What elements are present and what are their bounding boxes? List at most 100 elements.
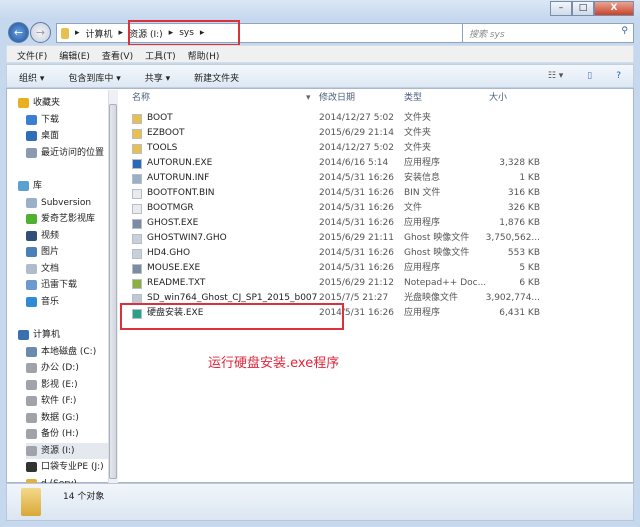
file-date: 2014/12/27 5:02 [319, 113, 394, 123]
file-row[interactable]: AUTORUN.INF 2014/5/31 16:26 安装信息 1 KB [120, 171, 550, 186]
file-type: 文件夹 [404, 113, 432, 123]
back-button[interactable]: ← [8, 22, 29, 43]
nav-item-label: 图片 [41, 247, 60, 257]
nav-item[interactable]: 软件 (F:) [26, 393, 76, 409]
file-name: GHOSTWIN7.GHO [147, 233, 227, 243]
nav-item[interactable]: 资源 (I:) [26, 442, 114, 459]
view-options-icon[interactable]: ☷ ▾ [548, 71, 563, 81]
nav-item[interactable]: 文档 [26, 261, 59, 277]
nav-item-label: 影视 (E:) [41, 379, 78, 390]
include-in-library-button[interactable]: 包含到库中 ▾ [68, 71, 120, 84]
address-bar[interactable]: ▸ 计算机 ▸ 资源 (I:) ▸ sys ▸ ▾ ⟳ [56, 23, 521, 43]
file-row[interactable]: GHOST.EXE 2014/5/31 16:26 应用程序 1,876 KB [120, 216, 550, 231]
file-date: 2014/6/16 5:14 [319, 158, 389, 168]
nav-item[interactable]: 音乐 [26, 294, 59, 310]
file-name: README.TXT [147, 278, 206, 288]
nav-item[interactable]: 爱奇艺影视库 [26, 211, 95, 227]
column-header-size[interactable]: 大小 [489, 90, 507, 107]
breadcrumb-sep-icon: ▸ [118, 28, 124, 38]
nav-item-label: 计算机 [33, 330, 61, 340]
nav-item[interactable]: 计算机 [18, 327, 60, 343]
file-name: AUTORUN.EXE [147, 158, 213, 168]
column-header-name[interactable]: 名称 [132, 90, 150, 107]
nav-scrollbar-thumb[interactable] [109, 104, 117, 479]
system-drive-icon [26, 346, 37, 357]
file-row[interactable]: README.TXT 2015/6/29 21:12 Notepad++ Doc… [120, 276, 550, 291]
documents-icon [26, 263, 37, 274]
sort-dropdown-icon[interactable]: ▾ [306, 90, 311, 107]
file-size: 1,876 KB [499, 218, 540, 228]
nav-item-label: 迅雷下载 [41, 280, 78, 290]
file-name: AUTORUN.INF [147, 173, 210, 183]
gho-file-icon [132, 234, 142, 244]
nav-item[interactable]: 口袋专业PE (J:) [26, 459, 104, 475]
menu-tools[interactable]: 工具(T) [145, 49, 176, 62]
file-type: 应用程序 [404, 308, 441, 318]
menu-file[interactable]: 文件(F) [17, 49, 47, 62]
file-row[interactable]: GHOSTWIN7.GHO 2015/6/29 21:11 Ghost 映像文件… [120, 231, 550, 246]
nav-item[interactable]: 本地磁盘 (C:) [26, 344, 96, 360]
pictures-icon [26, 247, 37, 257]
status-bar: 14 个对象 [6, 483, 634, 521]
column-header-type[interactable]: 类型 [404, 90, 422, 107]
file-date: 2014/5/31 16:26 [319, 248, 394, 258]
file-row[interactable]: EZBOOT 2015/6/29 21:14 文件夹 [120, 126, 550, 141]
nav-item[interactable]: 图片 [26, 244, 59, 260]
nav-item[interactable]: 最近访问的位置 [26, 145, 104, 161]
file-name: BOOTFONT.BIN [147, 188, 215, 198]
file-row[interactable]: MOUSE.EXE 2014/5/31 16:26 应用程序 5 KB [120, 261, 550, 276]
nav-item[interactable]: 办公 (D:) [26, 360, 79, 376]
file-row[interactable]: AUTORUN.EXE 2014/6/16 5:14 应用程序 3,328 KB [120, 156, 550, 171]
file-row[interactable]: HD4.GHO 2014/5/31 16:26 Ghost 映像文件 553 K… [120, 246, 550, 261]
menu-edit[interactable]: 编辑(E) [59, 49, 90, 62]
forward-button[interactable]: → [30, 22, 51, 43]
inf-file-icon [132, 174, 142, 184]
breadcrumb-computer[interactable]: 计算机 [86, 27, 113, 40]
file-name: EZBOOT [147, 128, 185, 138]
nav-item-label: Subversion [41, 197, 92, 208]
share-button[interactable]: 共享 ▾ [145, 71, 170, 84]
new-folder-button[interactable]: 新建文件夹 [194, 71, 239, 84]
folder-icon [132, 129, 142, 139]
file-row[interactable]: BOOTFONT.BIN 2014/5/31 16:26 BIN 文件 316 … [120, 186, 550, 201]
video-icon [26, 230, 37, 241]
nav-item[interactable]: 视频 [26, 228, 59, 244]
nav-item-label: 视频 [41, 230, 60, 241]
folder-icon [61, 27, 69, 39]
file-type: 光盘映像文件 [404, 293, 459, 303]
thunder-download-icon [26, 280, 37, 290]
nav-item-label: 库 [33, 181, 43, 191]
file-date: 2014/5/31 16:26 [319, 263, 394, 273]
minimize-button[interactable]: – [550, 1, 572, 16]
help-icon[interactable]: ? [616, 71, 621, 81]
organize-button[interactable]: 组织 ▾ [19, 71, 44, 84]
nav-item-label: 备份 (H:) [41, 429, 79, 439]
search-input[interactable]: 搜索 sys ⚲ [462, 23, 634, 43]
nav-item[interactable]: Subversion [26, 195, 91, 211]
menu-view[interactable]: 查看(V) [102, 49, 133, 62]
forward-arrow-icon: → [35, 26, 46, 39]
file-row[interactable]: TOOLS 2014/12/27 5:02 文件夹 [120, 141, 550, 156]
column-header-date[interactable]: 修改日期 [319, 90, 355, 107]
maximize-button[interactable]: □ [572, 1, 594, 16]
file-row[interactable]: BOOT 2014/12/27 5:02 文件夹 [120, 111, 550, 126]
file-icon [132, 189, 142, 199]
nav-item[interactable]: 备份 (H:) [26, 426, 79, 442]
preview-pane-icon[interactable]: ▯ [587, 71, 592, 81]
file-name: HD4.GHO [147, 248, 191, 258]
nav-item[interactable]: 数据 (G:) [26, 410, 79, 426]
nav-item[interactable]: 收藏夹 [18, 95, 60, 111]
nav-item[interactable]: 桌面 [26, 128, 59, 144]
file-row[interactable]: BOOTMGR 2014/5/31 16:26 文件 326 KB [120, 201, 550, 216]
file-date: 2014/5/31 16:26 [319, 188, 394, 198]
menu-help[interactable]: 帮助(H) [188, 49, 220, 62]
file-size: 3,750,562... [485, 233, 540, 243]
command-bar: 组织 ▾ 包含到库中 ▾ 共享 ▾ 新建文件夹 ☷ ▾ ▯ ? [6, 64, 634, 88]
nav-item[interactable]: 影视 (E:) [26, 377, 78, 393]
computer-icon [18, 330, 29, 340]
nav-item[interactable]: 下载 [26, 112, 59, 128]
download-folder-icon [26, 114, 37, 125]
nav-item[interactable]: 库 [18, 178, 42, 194]
close-button[interactable]: X [594, 1, 634, 16]
nav-item[interactable]: 迅雷下载 [26, 277, 77, 293]
